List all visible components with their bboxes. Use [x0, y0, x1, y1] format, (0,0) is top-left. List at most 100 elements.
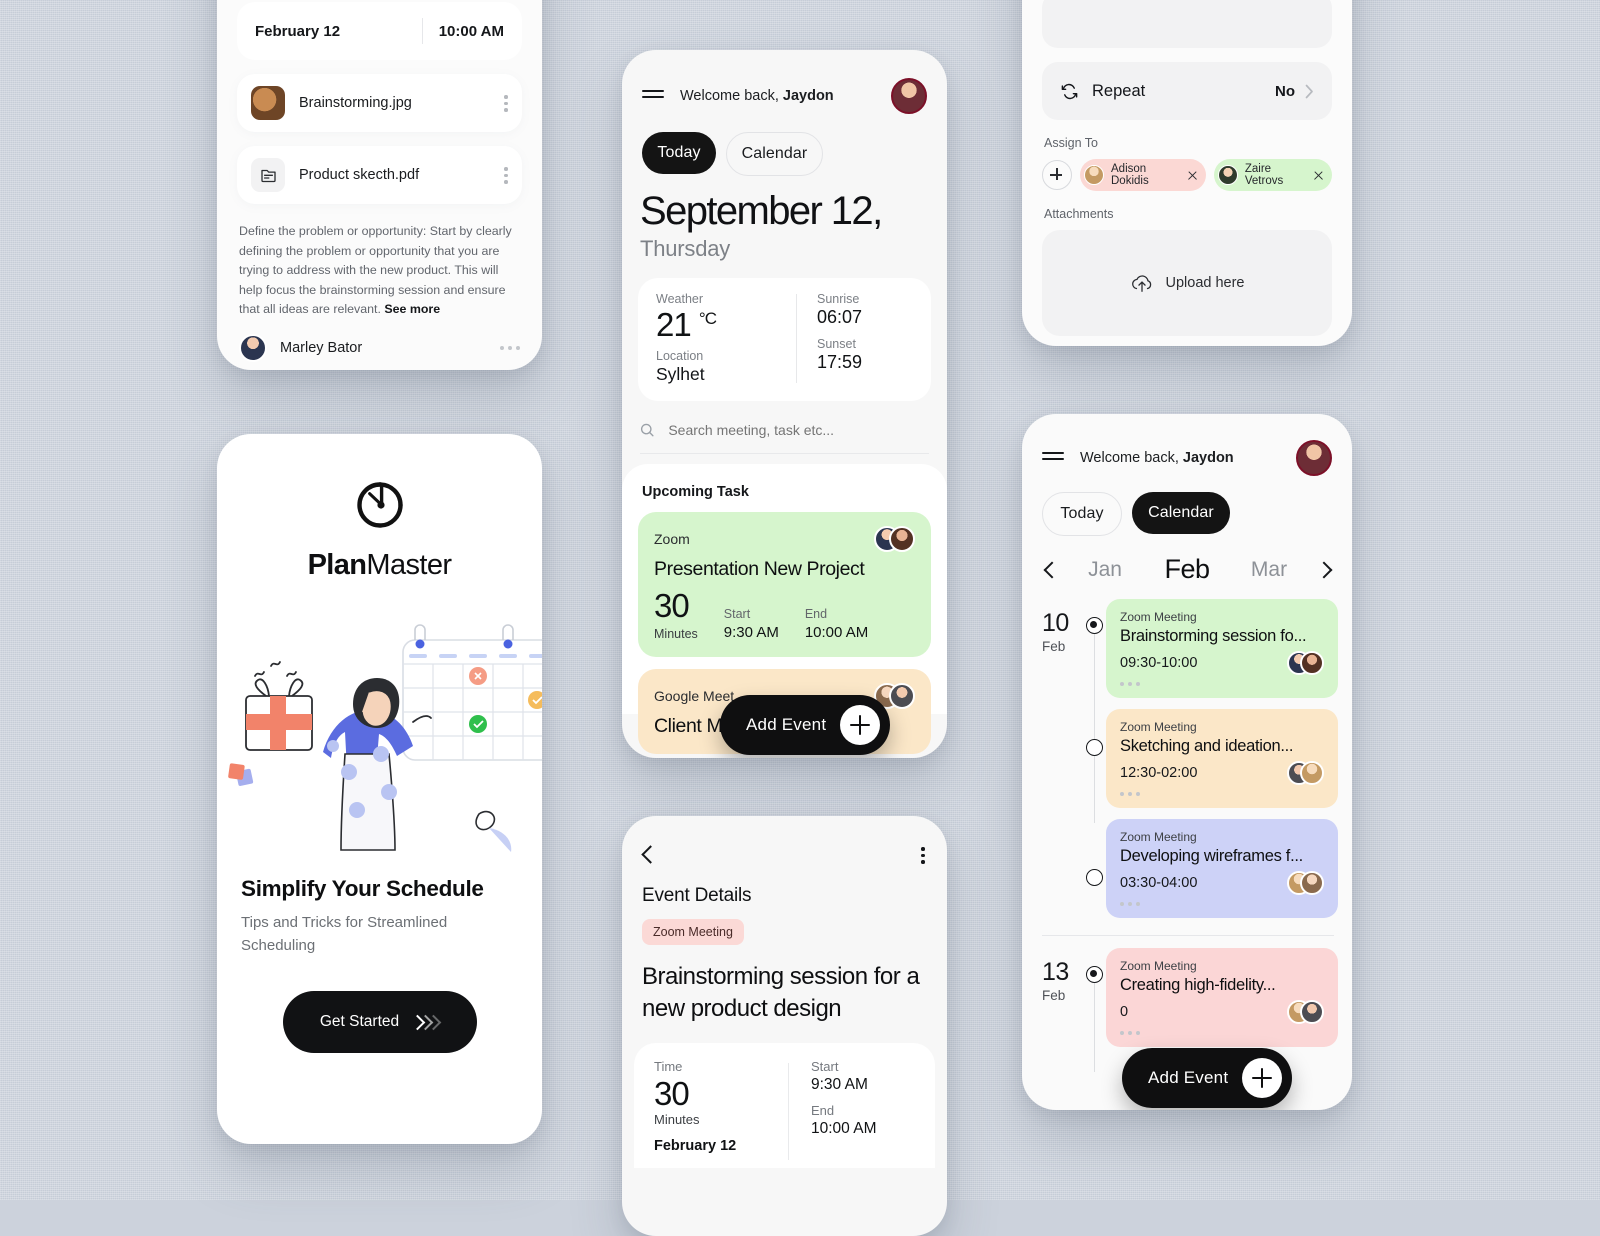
month-next[interactable]: Mar [1230, 558, 1308, 582]
start-time: 9:30 AM [811, 1076, 868, 1093]
file-row[interactable]: Brainstorming.jpg [237, 74, 522, 132]
month-prev[interactable]: Jan [1066, 558, 1144, 582]
brand-bold: Plan [307, 549, 367, 581]
timeline-rail [1084, 599, 1106, 933]
task-date: February 12 [255, 22, 341, 40]
more-vertical-icon[interactable] [504, 166, 508, 184]
avatar [1300, 761, 1324, 785]
event-title: Creating high-fidelity... [1120, 976, 1276, 994]
avatar [889, 682, 915, 709]
plus-icon [840, 705, 881, 745]
timeline-dot [1086, 617, 1103, 634]
page-title: Event Details [642, 885, 752, 906]
event-time: 09:30-10:00 [1120, 655, 1198, 671]
onboarding-card: PlanMaster Simplify Your Schedule Tips a… [217, 434, 542, 1144]
task-time-row: February 12 10:00 AM [237, 2, 522, 60]
event-duration: 30 [654, 586, 690, 624]
calendar-event-card[interactable]: Zoom Meeting Creating high-fidelity... 0 [1106, 948, 1338, 1047]
hamburger-icon[interactable] [1042, 451, 1064, 465]
page-subtitle: Tips and Tricks for Streamlined Scheduli… [241, 914, 448, 954]
event-time: 12:30-02:00 [1120, 765, 1198, 781]
file-icon [251, 158, 285, 192]
current-date: September 12, [640, 189, 883, 233]
more-horizontal-icon[interactable] [500, 345, 520, 350]
avatar [1217, 165, 1238, 185]
more-vertical-icon[interactable] [504, 94, 508, 112]
time-label: Time [654, 1059, 683, 1074]
field-placeholder-row[interactable] [1042, 0, 1332, 48]
event-time-box: Time 30 Minutes February 12 Start 9:30 A… [634, 1043, 935, 1168]
avatar[interactable] [891, 78, 927, 114]
avatar [1084, 165, 1104, 185]
assignee-chip[interactable]: Adison Dokidis [1080, 159, 1206, 191]
chevron-right-icon[interactable] [1312, 560, 1333, 580]
more-horizontal-icon[interactable] [1120, 902, 1324, 906]
plus-icon [1242, 1058, 1283, 1098]
file-row[interactable]: Product skecth.pdf [237, 146, 522, 204]
close-icon[interactable] [1313, 170, 1323, 181]
weather-card: Weather 21 °C Location Sylhet Sunrise 06… [638, 278, 931, 401]
get-started-button[interactable]: Get Started [282, 991, 477, 1053]
get-started-label: Get Started [319, 1013, 400, 1030]
calendar-event-card[interactable]: Zoom Meeting Developing wireframes f... … [1106, 819, 1338, 918]
upload-dropzone[interactable]: Upload here [1042, 230, 1332, 336]
search-input[interactable] [666, 420, 929, 439]
divider [796, 294, 797, 383]
tab-today[interactable]: Today [1042, 492, 1122, 536]
attendee-avatars [1287, 761, 1324, 785]
day-month: Feb [1042, 639, 1066, 654]
more-vertical-icon[interactable] [921, 846, 925, 864]
close-icon[interactable] [1187, 170, 1197, 181]
temperature-value: 21 [656, 306, 692, 343]
repeat-row[interactable]: Repeat No [1042, 62, 1332, 120]
more-horizontal-icon[interactable] [1120, 792, 1324, 796]
user-name: Jaydon [782, 88, 834, 104]
calendar-event-card[interactable]: Zoom Meeting Brainstorming session fo...… [1106, 599, 1338, 698]
month-current[interactable]: Feb [1148, 554, 1226, 585]
more-horizontal-icon[interactable] [1120, 1031, 1324, 1035]
calendar-event-card[interactable]: Zoom Meeting Sketching and ideation... 1… [1106, 709, 1338, 808]
search-bar[interactable] [640, 420, 929, 454]
end-label: End [804, 606, 828, 621]
add-event-button[interactable]: Add Event [720, 695, 891, 755]
event-date: February 12 [654, 1137, 737, 1154]
tab-calendar[interactable]: Calendar [726, 132, 823, 176]
assign-to-label: Assign To [1044, 136, 1098, 150]
cloud-upload-icon [1131, 275, 1151, 292]
event-time: 0 [1120, 1004, 1129, 1020]
end-time: 10:00 AM [811, 1120, 877, 1137]
add-assignee-button[interactable] [1042, 160, 1072, 190]
onboarding-illustration [217, 604, 542, 860]
assignee-chip[interactable]: Zaire Vetrovs [1213, 159, 1332, 191]
sunrise-value: 06:07 [817, 307, 863, 327]
add-event-button[interactable]: Add Event [1122, 1048, 1293, 1108]
tab-today[interactable]: Today [642, 132, 716, 174]
attendee-avatars [1287, 871, 1324, 895]
list-item[interactable]: Marley Bator [237, 333, 522, 362]
brand-light: Master [366, 549, 452, 581]
app-header: Welcome back, Jaydon [622, 50, 947, 114]
event-time: 03:30-04:00 [1120, 875, 1198, 891]
avatar[interactable] [1296, 440, 1332, 476]
divider [421, 18, 423, 44]
hamburger-icon[interactable] [642, 89, 664, 103]
chevron-left-icon[interactable] [1042, 560, 1062, 580]
task-detail-card: February 12 10:00 AM Brainstorming.jpg P… [217, 0, 542, 370]
see-more-link[interactable]: See more [384, 302, 440, 316]
user-name: Jaydon [1182, 450, 1234, 466]
chevron-left-icon[interactable] [641, 845, 660, 864]
event-card[interactable]: Zoom Presentation New Project 30 Minutes… [638, 511, 931, 657]
repeat-icon [1061, 83, 1078, 99]
event-title: Brainstorming session fo... [1120, 627, 1307, 645]
timeline-dot [1086, 739, 1103, 756]
location-label: Location [656, 348, 704, 363]
attachments-label: Attachments [1044, 207, 1114, 221]
timeline-rail [1084, 948, 1106, 1072]
event-source: Zoom Meeting [1120, 830, 1197, 844]
timeline-day-group: 10 Feb Zoom Meeting Brainstorming sessio… [1022, 599, 1352, 933]
weather-label: Weather [656, 292, 704, 306]
more-horizontal-icon[interactable] [1120, 682, 1324, 686]
tab-calendar[interactable]: Calendar [1132, 492, 1230, 534]
timeline-day-group: 13 Feb Zoom Meeting Creating high-fideli… [1022, 948, 1352, 1072]
welcome-prefix: Welcome back, [1080, 450, 1183, 466]
